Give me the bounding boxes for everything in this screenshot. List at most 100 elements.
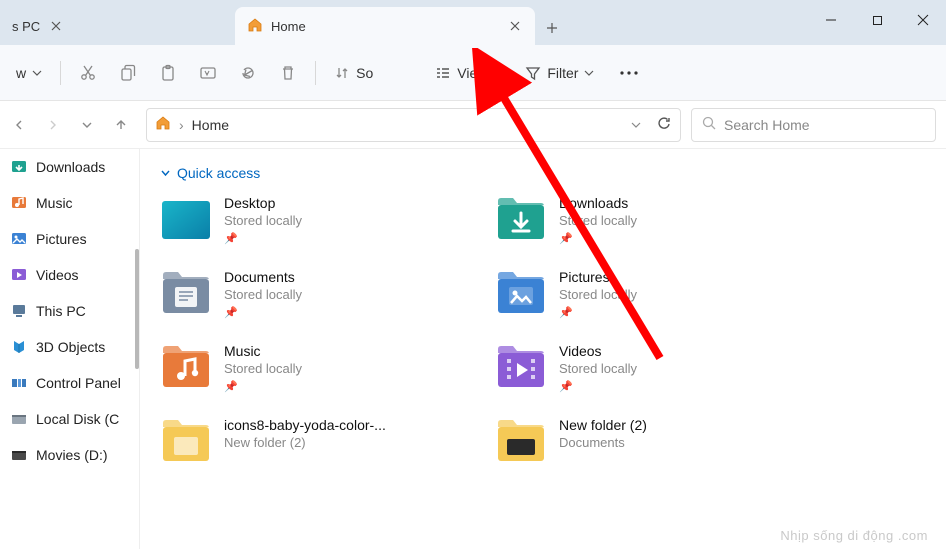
more-button[interactable] [606,55,652,91]
folder-icon [10,338,28,356]
pin-icon: 📌 [224,380,302,393]
folder-item[interactable]: Downloads Stored locally 📌 [495,195,800,245]
item-subtitle: Stored locally [224,213,302,228]
search-icon [702,116,716,133]
folder-icon [10,410,28,428]
watermark: Nhịp sống di động .com [780,528,928,543]
sidebar-item[interactable]: Control Panel [0,365,139,401]
sidebar-item-label: 3D Objects [36,339,105,355]
home-icon [247,17,263,36]
folder-icon [160,195,212,243]
item-name: icons8-baby-yoda-color-... [224,417,386,433]
sidebar-item[interactable]: 3D Objects [0,329,139,365]
close-icon[interactable] [507,18,523,34]
pin-icon: 📌 [224,306,302,319]
address-row: › Home Search Home [0,101,946,149]
filter-button[interactable]: Filter [515,55,604,91]
address-bar[interactable]: › Home [146,108,681,142]
item-subtitle: Stored locally [559,361,637,376]
folder-icon [160,269,212,317]
cut-button[interactable] [69,55,107,91]
item-name: Music [224,343,302,359]
folder-icon [495,343,547,391]
sidebar-item-label: Movies (D:) [36,447,108,463]
item-name: Videos [559,343,637,359]
rename-button[interactable] [189,55,227,91]
view-button[interactable]: View [425,55,513,91]
chevron-down-icon[interactable] [631,117,641,133]
sidebar-item[interactable]: Videos [0,257,139,293]
folder-item[interactable]: Pictures Stored locally 📌 [495,269,800,319]
refresh-icon[interactable] [657,116,672,134]
share-button[interactable] [229,55,267,91]
folder-icon [10,374,28,392]
add-tab-button[interactable] [535,11,569,45]
window-minimize[interactable] [808,0,854,40]
nav-forward[interactable] [38,110,68,140]
window-close[interactable] [900,0,946,40]
item-subtitle: Documents [559,435,647,450]
folder-item[interactable]: Videos Stored locally 📌 [495,343,800,393]
folder-icon [160,343,212,391]
sidebar-item-label: Downloads [36,159,105,175]
tab-title: Home [271,19,306,34]
item-name: Pictures [559,269,637,285]
sidebar: Downloads Music Pictures Videos This PC 3D Ob… [0,149,140,549]
sidebar-item[interactable]: Movies (D:) [0,437,139,473]
sort-button[interactable]: So [324,55,383,91]
folder-icon [10,230,28,248]
folder-item[interactable]: icons8-baby-yoda-color-... New folder (2… [160,417,465,465]
search-input[interactable]: Search Home [691,108,936,142]
close-icon[interactable] [48,18,64,34]
pin-icon: 📌 [559,380,637,393]
sidebar-item[interactable]: Pictures [0,221,139,257]
breadcrumb-location: Home [192,117,229,133]
item-subtitle: Stored locally [559,287,637,302]
content-area: Quick access Desktop Stored locally 📌 Do… [140,149,946,549]
folder-icon [10,302,28,320]
folder-icon [160,417,212,465]
sidebar-item[interactable]: Local Disk (C [0,401,139,437]
folder-icon [10,194,28,212]
sidebar-item[interactable]: Music [0,185,139,221]
folder-item[interactable]: New folder (2) Documents [495,417,800,465]
folder-icon [495,269,547,317]
folder-item[interactable]: Desktop Stored locally 📌 [160,195,465,245]
sidebar-item-label: This PC [36,303,86,319]
tab-title: s PC [12,19,40,34]
scrollbar[interactable] [135,249,139,369]
home-icon [155,115,171,134]
folder-icon [10,446,28,464]
item-subtitle: Stored locally [224,287,302,302]
breadcrumb-sep: › [179,117,184,133]
window-maximize[interactable] [854,0,900,40]
group-quick-access[interactable]: Quick access [160,165,926,181]
sidebar-item[interactable]: This PC [0,293,139,329]
paste-button[interactable] [149,55,187,91]
item-subtitle: Stored locally [224,361,302,376]
chevron-down-icon [160,165,171,181]
delete-button[interactable] [269,55,307,91]
toolbar: w So View Filter [0,45,946,101]
nav-back[interactable] [4,110,34,140]
item-name: Desktop [224,195,302,211]
nav-up[interactable] [106,110,136,140]
sidebar-item[interactable]: Downloads [0,149,139,185]
sidebar-item-label: Pictures [36,231,87,247]
item-name: Documents [224,269,302,285]
folder-icon [10,266,28,284]
tab-this-pc[interactable]: s PC [0,7,235,45]
folder-item[interactable]: Music Stored locally 📌 [160,343,465,393]
copy-button[interactable] [109,55,147,91]
tab-home[interactable]: Home [235,7,535,45]
sidebar-item-label: Local Disk (C [36,411,119,427]
item-name: New folder (2) [559,417,647,433]
folder-item[interactable]: Documents Stored locally 📌 [160,269,465,319]
new-button[interactable]: w [6,55,52,91]
nav-recent[interactable] [72,110,102,140]
pin-icon: 📌 [559,232,637,245]
folder-icon [10,158,28,176]
pin-icon: 📌 [224,232,302,245]
item-name: Downloads [559,195,637,211]
search-placeholder: Search Home [724,117,810,133]
